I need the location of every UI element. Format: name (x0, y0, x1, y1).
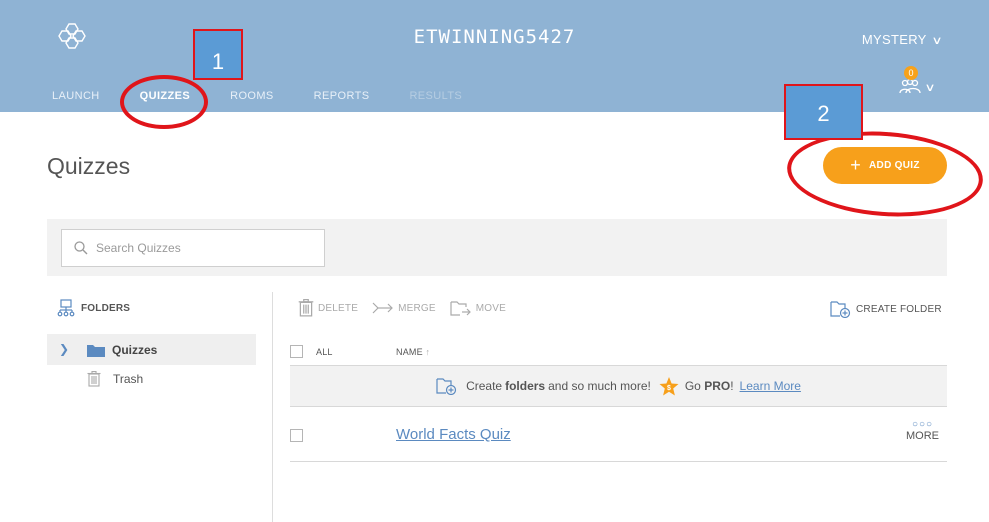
more-dots-icon: ○○○ (911, 419, 934, 430)
tab-results[interactable]: RESULTS (409, 90, 462, 102)
more-menu-button[interactable]: ○○○ MORE (906, 419, 939, 442)
move-label: MOVE (475, 302, 507, 314)
svg-text:$: $ (667, 385, 671, 392)
promo-bang: ! (730, 379, 734, 393)
step-callout: 2 (784, 84, 863, 140)
sidebar-item-label: Quizzes (112, 343, 158, 357)
create-folder-label: CREATE FOLDER (856, 303, 942, 315)
select-all-checkbox[interactable] (290, 345, 303, 358)
notification-badge: 0 (904, 66, 918, 80)
rosters-menu[interactable]: 0 ∨ (898, 66, 942, 100)
merge-label: MERGE (398, 302, 436, 314)
table-row: World Facts Quiz ○○○ MORE (290, 408, 947, 462)
promo-pro-text: PRO (704, 379, 731, 393)
move-folder-icon (450, 301, 471, 316)
tab-rooms[interactable]: ROOMS (230, 90, 274, 102)
sidebar-item-quizzes[interactable]: ❯ Quizzes (47, 334, 256, 365)
select-all-label: ALL (316, 347, 333, 357)
folders-heading: FOLDERS (57, 299, 130, 317)
learn-more-link[interactable]: Learn More (740, 379, 801, 393)
chevron-down-icon: ∨ (930, 35, 943, 47)
sort-up-arrow-icon: ↑ (425, 347, 431, 357)
row-checkbox[interactable] (290, 429, 303, 442)
delete-button[interactable]: DELETE (298, 299, 358, 317)
promo-go-text: Go (684, 379, 701, 393)
pro-promo-banner: Create folders and so much more! $ Go PR… (290, 365, 947, 407)
quiz-name-link[interactable]: World Facts Quiz (396, 426, 511, 443)
table-header: ALL NAME ↑ (290, 342, 947, 364)
promo-text-mid: and so much more! (548, 379, 651, 393)
step-callout: 1 (193, 29, 243, 80)
add-folder-icon (436, 378, 457, 395)
room-name: ETWINNING5427 (413, 26, 576, 48)
folder-tree-icon (57, 299, 75, 317)
trash-icon (87, 371, 101, 387)
promo-text-bold: folders (505, 379, 546, 393)
chevron-down-icon: ∨ (924, 82, 936, 94)
merge-icon (372, 302, 393, 314)
chevron-right-icon[interactable]: ❯ (59, 342, 69, 356)
name-column-label: NAME (396, 347, 423, 357)
highlight-ellipse (120, 75, 208, 129)
search-input[interactable] (96, 230, 320, 266)
sidebar-item-trash[interactable]: Trash (87, 371, 143, 387)
sidebar-item-label: Trash (113, 372, 144, 386)
more-label: MORE (906, 430, 939, 442)
page-title: Quizzes (47, 153, 131, 179)
trash-icon (298, 299, 314, 317)
create-folder-button[interactable]: CREATE FOLDER (830, 300, 942, 318)
name-column-header[interactable]: NAME ↑ (396, 347, 430, 357)
star-icon: $ (659, 376, 679, 395)
add-folder-icon (830, 301, 851, 318)
merge-button[interactable]: MERGE (372, 302, 436, 314)
delete-label: DELETE (318, 302, 359, 314)
people-icon (899, 78, 921, 94)
divider (272, 292, 273, 522)
list-toolbar: DELETE MERGE MOVE (298, 299, 520, 317)
folder-icon (87, 345, 105, 357)
search-box (61, 229, 325, 267)
search-icon (74, 241, 88, 255)
move-button[interactable]: MOVE (450, 300, 506, 316)
tab-reports[interactable]: REPORTS (314, 90, 370, 102)
search-bar (47, 219, 947, 276)
user-menu[interactable]: MYSTERY ∨ (861, 32, 943, 47)
tab-launch[interactable]: LAUNCH (52, 90, 100, 102)
user-name: MYSTERY (861, 32, 927, 47)
promo-text-pre: Create (466, 379, 503, 393)
folders-label: FOLDERS (81, 302, 131, 314)
